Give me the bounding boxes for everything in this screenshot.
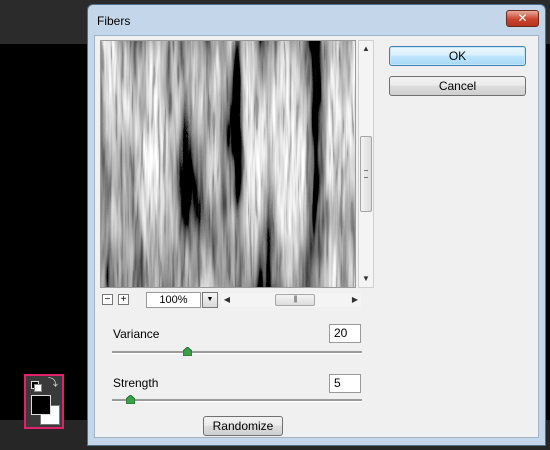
variance-input[interactable]: 20	[329, 324, 361, 343]
preview-zoom-bar: − + 100% ▼ ◀ ||| ▶	[100, 290, 374, 308]
horizontal-scroll-thumb[interactable]: |||	[275, 294, 315, 306]
cancel-button[interactable]: Cancel	[389, 76, 526, 96]
ok-button[interactable]: OK	[389, 46, 526, 66]
zoom-level-field[interactable]: 100%	[146, 292, 201, 308]
foreground-color-swatch[interactable]	[31, 395, 51, 415]
fibers-preview-image	[101, 41, 355, 287]
scroll-left-icon[interactable]: ◀	[221, 293, 233, 307]
dropdown-arrow-icon: ▼	[206, 296, 214, 303]
strength-slider-handle[interactable]	[125, 395, 135, 404]
strength-input[interactable]: 5	[329, 374, 361, 393]
color-swatch-panel: ⤵	[24, 374, 64, 429]
strength-slider-track[interactable]	[112, 399, 362, 402]
swap-colors-icon[interactable]: ⤵	[48, 379, 58, 389]
zoom-out-button[interactable]: −	[102, 294, 113, 305]
scroll-right-icon[interactable]: ▶	[349, 293, 361, 307]
default-colors-icon[interactable]	[31, 381, 42, 392]
variance-slider-handle[interactable]	[183, 347, 192, 356]
fibers-dialog: Fibers ✕ ▲ ▼ − + 100% ▼ ◀ ||| ▶ OK Cance…	[87, 4, 546, 446]
zoom-in-button[interactable]: +	[118, 294, 129, 305]
dialog-titlebar[interactable]: Fibers ✕	[88, 5, 545, 35]
zoom-out-icon: −	[104, 294, 111, 305]
close-icon: ✕	[517, 11, 528, 25]
preview-vertical-scrollbar[interactable]: ▲ ▼	[358, 40, 374, 288]
fibers-preview[interactable]	[100, 40, 356, 288]
scroll-down-icon[interactable]: ▼	[359, 272, 373, 286]
close-button[interactable]: ✕	[506, 10, 539, 27]
vertical-scroll-thumb[interactable]	[360, 136, 372, 212]
zoom-in-icon: +	[120, 294, 127, 305]
randomize-button[interactable]: Randomize	[203, 416, 283, 436]
strength-label: Strength	[113, 376, 159, 390]
scroll-up-icon[interactable]: ▲	[359, 42, 373, 56]
preview-horizontal-scrollbar[interactable]: ◀ ||| ▶	[221, 293, 361, 307]
zoom-dropdown-button[interactable]: ▼	[202, 292, 218, 308]
variance-label: Variance	[113, 327, 160, 341]
dialog-content: ▲ ▼ − + 100% ▼ ◀ ||| ▶ OK Cancel Varianc…	[94, 35, 539, 438]
variance-slider-track[interactable]	[112, 351, 362, 354]
dialog-title: Fibers	[97, 14, 131, 28]
